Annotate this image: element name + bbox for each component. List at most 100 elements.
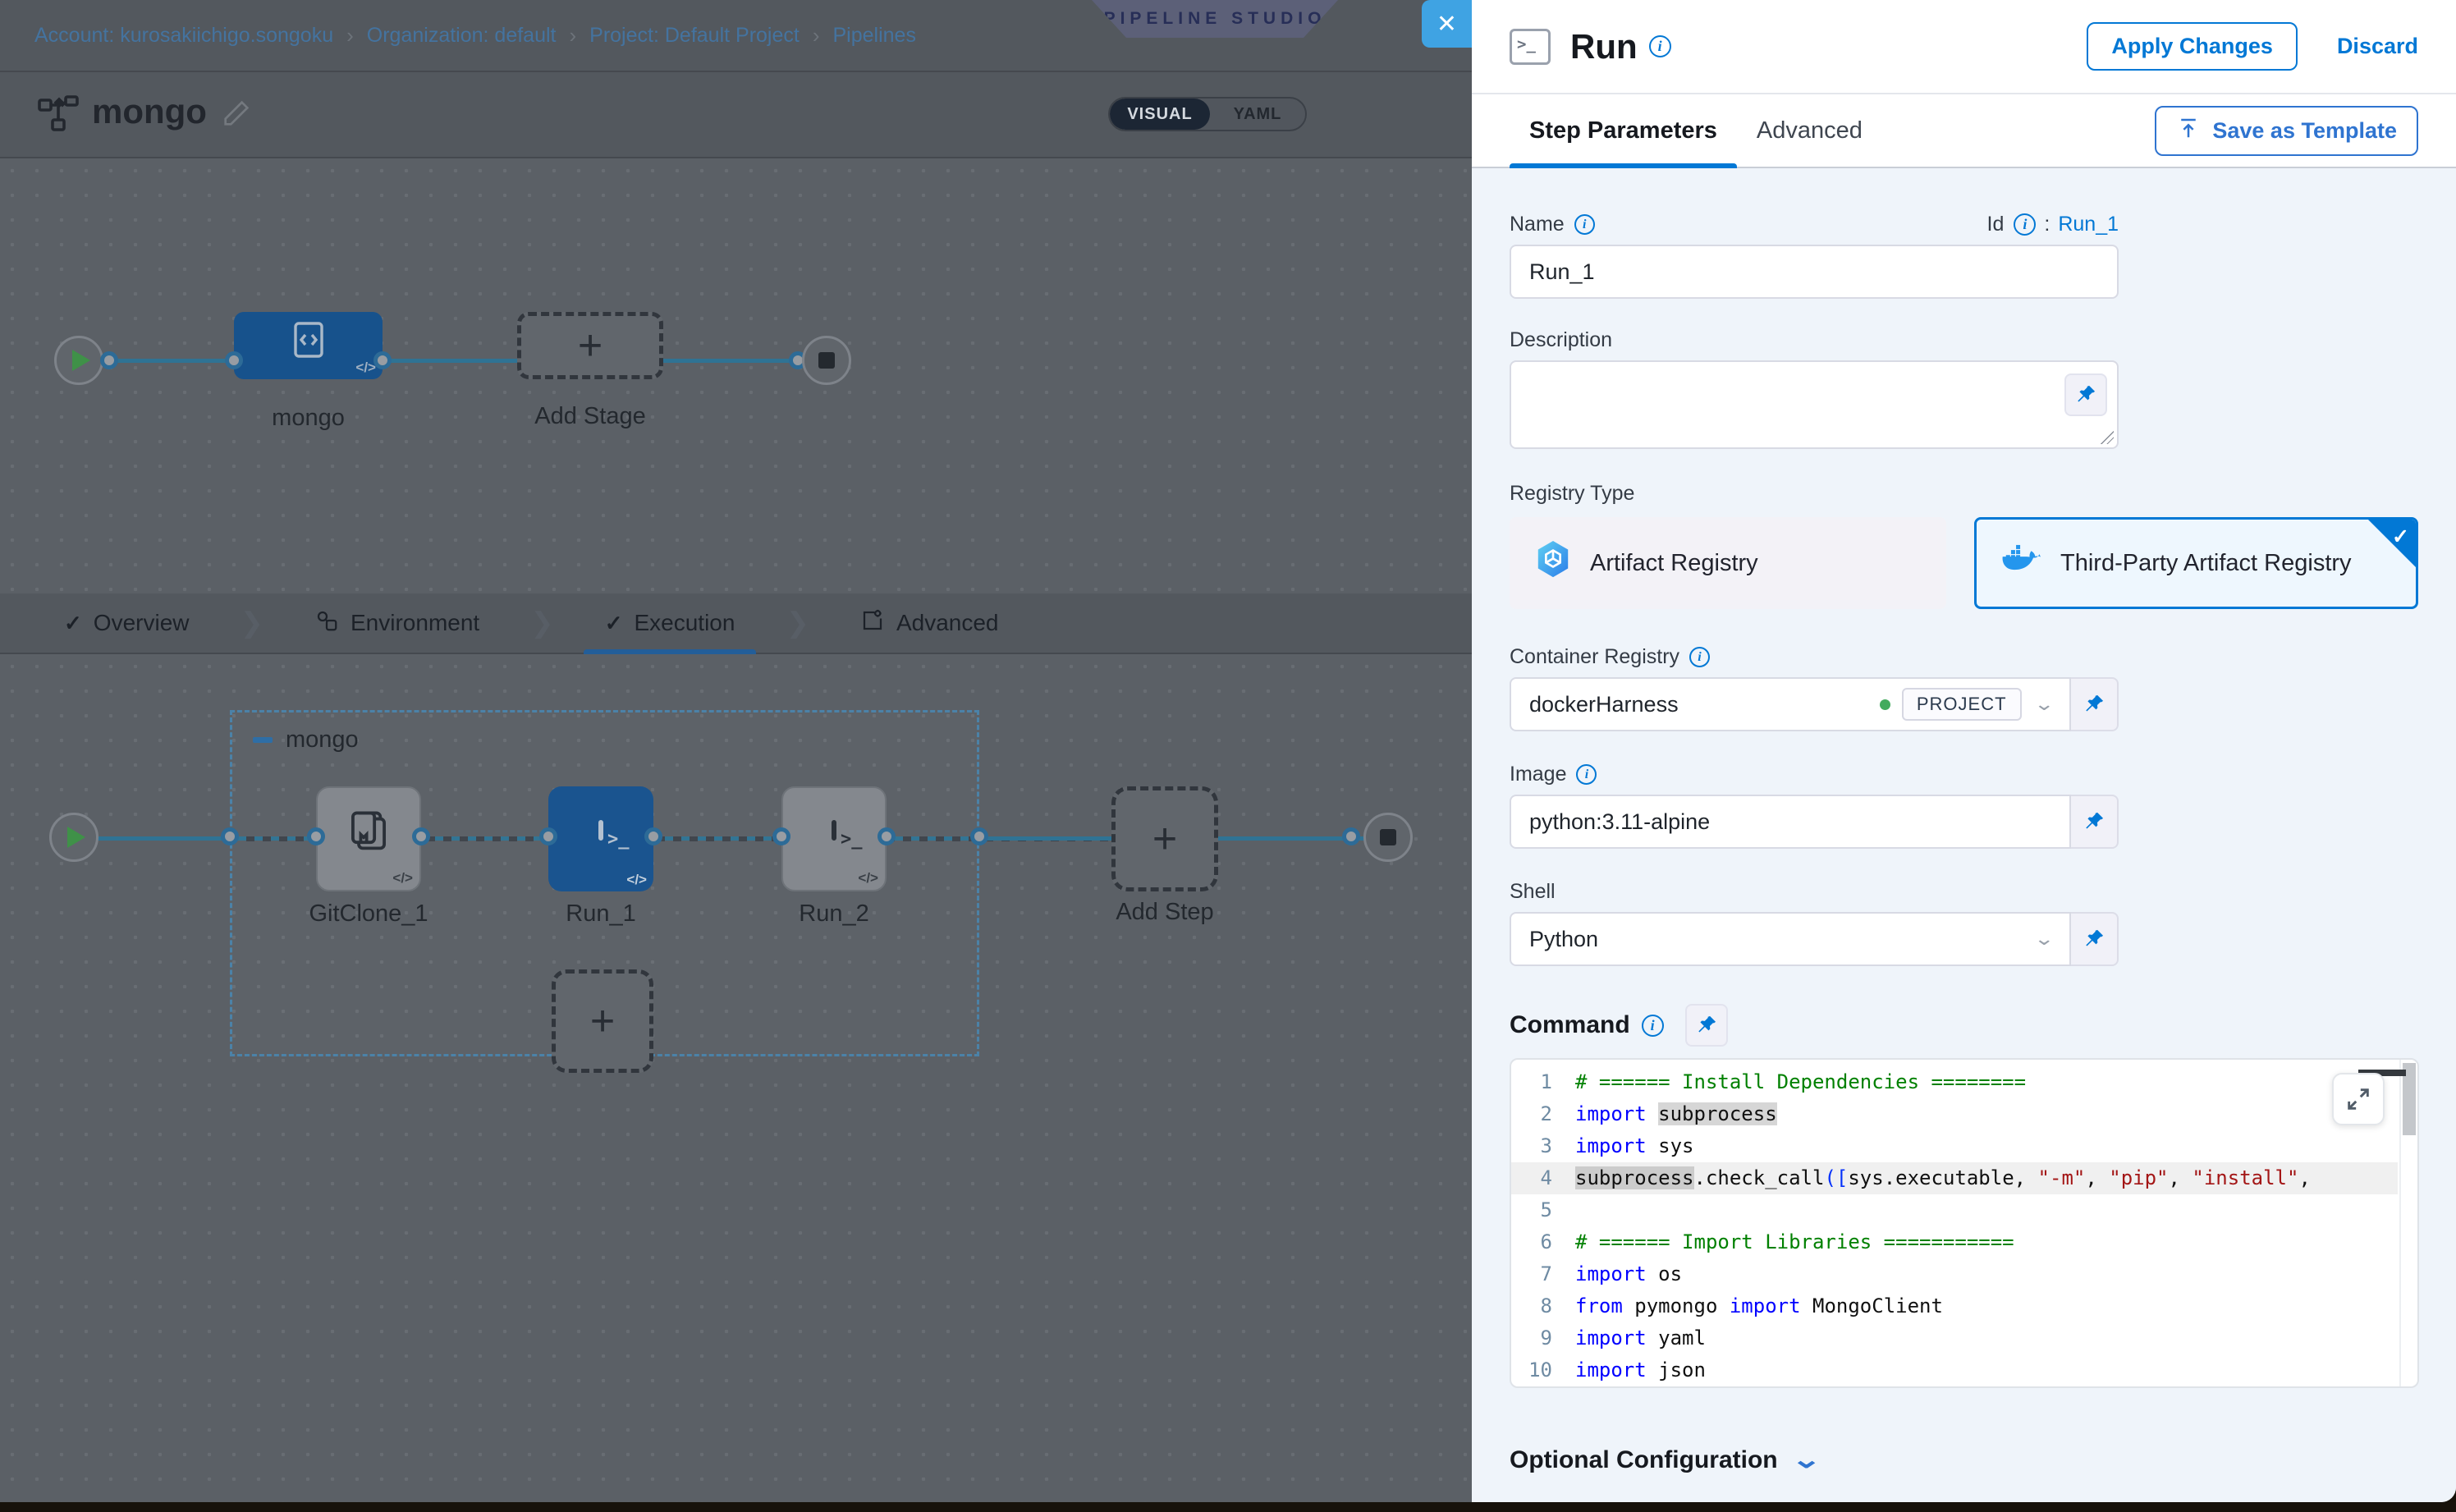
code-line[interactable]: 7import os bbox=[1511, 1258, 2398, 1290]
connector-port bbox=[539, 827, 557, 845]
chevron-down-icon: ⌄ bbox=[1790, 1446, 1821, 1474]
drawer-title: Run bbox=[1570, 27, 1638, 66]
info-icon[interactable]: i bbox=[1649, 35, 1671, 57]
code-line[interactable]: 4subprocess.check_call([sys.executable, … bbox=[1511, 1162, 2398, 1194]
chevron-right-icon: ❯ bbox=[241, 607, 264, 639]
step-group-header[interactable]: mongo bbox=[253, 726, 359, 754]
step-node-run-1-selected[interactable]: </> bbox=[548, 786, 653, 891]
description-label: Description bbox=[1510, 328, 2418, 352]
info-icon[interactable]: i bbox=[1689, 647, 1710, 667]
description-field-wrap bbox=[1510, 360, 2119, 449]
connector-port bbox=[307, 827, 325, 845]
chevron-down-icon[interactable]: ⌄ bbox=[2033, 694, 2055, 715]
tab-step-parameters[interactable]: Step Parameters bbox=[1510, 94, 1737, 167]
drawer-header: Run i Apply Changes Discard bbox=[1472, 0, 2456, 94]
code-line[interactable]: 8from pymongo import MongoClient bbox=[1511, 1290, 2398, 1322]
edit-pipeline-icon[interactable] bbox=[220, 97, 253, 138]
pin-input-type-button[interactable] bbox=[2071, 912, 2119, 966]
chevron-right-icon: ❯ bbox=[530, 607, 554, 639]
tab-advanced[interactable]: Advanced bbox=[839, 593, 1020, 653]
close-drawer-button[interactable]: ✕ bbox=[1422, 0, 1472, 48]
close-icon: ✕ bbox=[1436, 10, 1457, 39]
add-step-below-button[interactable]: + bbox=[552, 969, 653, 1073]
code-line[interactable]: 2import subprocess bbox=[1511, 1098, 2398, 1130]
name-input[interactable] bbox=[1510, 245, 2119, 299]
stop-icon bbox=[1380, 829, 1396, 845]
code-line[interactable]: 9import yaml bbox=[1511, 1322, 2398, 1354]
pin-input-type-button[interactable] bbox=[2071, 795, 2119, 849]
resize-handle[interactable] bbox=[2101, 431, 2114, 444]
code-line[interactable]: 3import sys bbox=[1511, 1130, 2398, 1162]
expand-editor-button[interactable] bbox=[2332, 1073, 2385, 1125]
tab-execution[interactable]: ✓ Execution bbox=[584, 593, 757, 653]
save-as-template-button[interactable]: Save as Template bbox=[2155, 106, 2418, 156]
connector-status-dot bbox=[1880, 699, 1890, 710]
plus-icon: + bbox=[590, 1000, 615, 1042]
stage-section-tabs: ✓ Overview ❯ Environment ❯ ✓ Execution ❯ bbox=[0, 593, 1472, 654]
plus-icon: + bbox=[578, 324, 603, 367]
pipeline-title: mongo bbox=[92, 92, 207, 131]
add-stage-button[interactable]: + bbox=[517, 312, 663, 379]
image-value: python:3.11-alpine bbox=[1529, 809, 1710, 835]
description-textarea[interactable] bbox=[1511, 362, 2117, 447]
advanced-icon bbox=[860, 608, 885, 639]
image-input[interactable]: python:3.11-alpine bbox=[1510, 795, 2071, 849]
add-stage-label: Add Stage bbox=[517, 403, 663, 430]
breadcrumb-separator: › bbox=[346, 23, 354, 48]
code-brackets-badge: </> bbox=[392, 870, 413, 887]
tab-overview[interactable]: ✓ Overview bbox=[43, 593, 211, 653]
tab-step-advanced[interactable]: Advanced bbox=[1737, 94, 1882, 167]
pipeline-end-node[interactable] bbox=[802, 336, 851, 385]
step-node-run-2[interactable]: </> bbox=[781, 786, 887, 891]
command-code-editor[interactable]: 1# ====== Install Dependencies ========2… bbox=[1510, 1058, 2419, 1388]
code-line[interactable]: 1# ====== Install Dependencies ======== bbox=[1511, 1066, 2398, 1098]
pipeline-title-bar: mongo VISUAL YAML bbox=[0, 72, 1472, 158]
breadcrumb-account[interactable]: Account: kurosakiichigo.songoku bbox=[34, 24, 333, 48]
execution-start-node[interactable] bbox=[49, 813, 99, 862]
stop-icon bbox=[818, 352, 835, 369]
pin-input-type-button[interactable] bbox=[1685, 1004, 1728, 1047]
breadcrumb-project[interactable]: Project: Default Project bbox=[589, 24, 800, 48]
stage-node-mongo[interactable]: </> bbox=[234, 312, 383, 379]
chevron-right-icon: ❯ bbox=[786, 607, 809, 639]
info-icon[interactable]: i bbox=[1642, 1015, 1664, 1037]
pipeline-start-node[interactable] bbox=[54, 336, 103, 385]
shell-select[interactable]: Python ⌄ bbox=[1510, 912, 2071, 966]
tab-execution-label: Execution bbox=[634, 610, 735, 636]
pipeline-studio-badge: PIPELINE STUDIO bbox=[1092, 0, 1338, 38]
registry-option-third-party[interactable]: Third-Party Artifact Registry ✓ bbox=[1974, 517, 2418, 609]
discard-button[interactable]: Discard bbox=[2337, 34, 2418, 59]
code-line[interactable]: 6# ====== Import Libraries =========== bbox=[1511, 1226, 2398, 1258]
collapse-group-icon[interactable] bbox=[253, 737, 273, 743]
toggle-yaml[interactable]: YAML bbox=[1210, 99, 1305, 130]
add-step-label: Add Step bbox=[1099, 899, 1230, 926]
drawer-body: Namei Id i : Run_1 Description bbox=[1472, 168, 2456, 1502]
code-line[interactable]: 5 bbox=[1511, 1194, 2398, 1226]
shell-label: Shell bbox=[1510, 880, 2418, 904]
breadcrumb-organization[interactable]: Organization: default bbox=[367, 24, 557, 48]
pin-input-type-button[interactable] bbox=[2064, 373, 2107, 416]
registry-option-artifact[interactable]: Artifact Registry bbox=[1510, 517, 1946, 609]
connector-port bbox=[100, 351, 118, 369]
optional-configuration-toggle[interactable]: Optional Configuration ⌄ bbox=[1510, 1446, 2418, 1474]
info-icon[interactable]: i bbox=[1576, 764, 1597, 785]
chevron-down-icon[interactable]: ⌄ bbox=[2033, 928, 2055, 950]
toggle-visual[interactable]: VISUAL bbox=[1110, 99, 1210, 130]
info-icon[interactable]: i bbox=[2014, 213, 2036, 236]
step-id-value[interactable]: Run_1 bbox=[2058, 213, 2119, 236]
execution-canvas: mongo </> </> bbox=[0, 654, 1472, 1502]
execution-end-node[interactable] bbox=[1363, 813, 1413, 862]
pin-input-type-button[interactable] bbox=[2071, 677, 2119, 731]
breadcrumb-pipelines[interactable]: Pipelines bbox=[833, 24, 916, 48]
step-node-gitclone-1[interactable]: </> bbox=[316, 786, 421, 891]
tab-environment[interactable]: Environment bbox=[293, 593, 501, 653]
container-registry-field: dockerHarness PROJECT ⌄ bbox=[1510, 677, 2119, 731]
add-step-button[interactable]: + bbox=[1111, 786, 1218, 891]
info-icon[interactable]: i bbox=[1574, 214, 1595, 235]
apply-changes-button[interactable]: Apply Changes bbox=[2087, 22, 2298, 71]
connector-port bbox=[221, 827, 239, 845]
container-registry-input[interactable]: dockerHarness PROJECT ⌄ bbox=[1510, 677, 2071, 731]
screen-bottom-edge bbox=[0, 1502, 2456, 1512]
custom-stage-icon bbox=[287, 320, 330, 364]
code-line[interactable]: 10import json bbox=[1511, 1354, 2398, 1386]
